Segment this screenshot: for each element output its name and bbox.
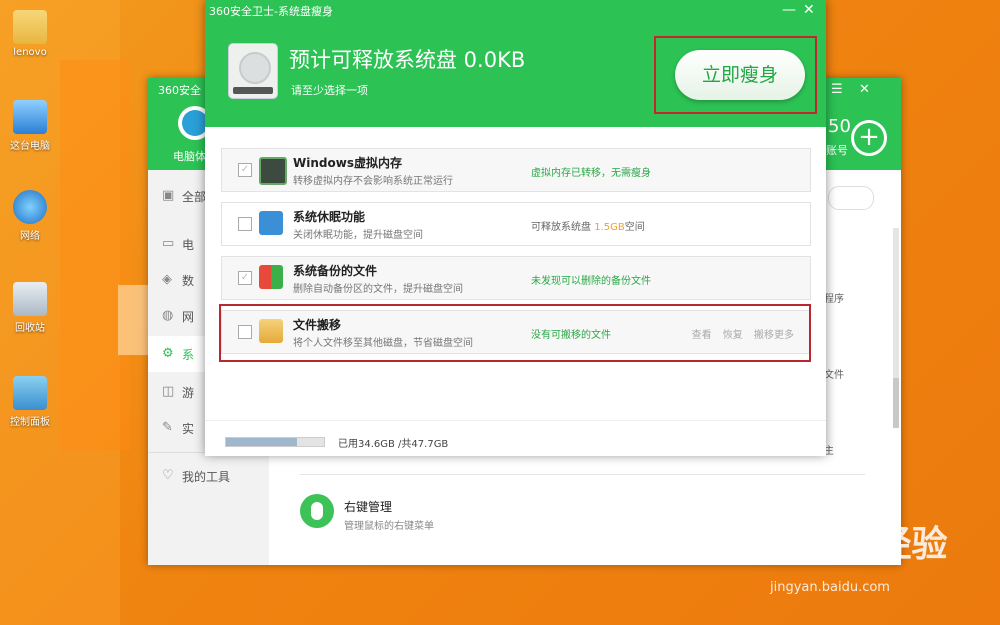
- sidebar-item-my-tools[interactable]: ♡ 我的工具: [148, 458, 269, 494]
- option-desc: 转移虚拟内存不会影响系统正常运行: [293, 176, 453, 187]
- sidebar-item-label: 实: [182, 422, 195, 436]
- globe-icon: ◍: [162, 308, 174, 323]
- minimize-icon[interactable]: —: [782, 2, 796, 18]
- desktop-icon-this-pc[interactable]: 这台电脑: [0, 100, 60, 152]
- desktop-stripe: [118, 285, 148, 355]
- option-title: Windows虚拟内存: [293, 156, 402, 170]
- option-status: 未发现可以删除的备份文件: [531, 276, 651, 287]
- shield-icon: ◈: [162, 272, 172, 287]
- control-panel-icon: [13, 376, 47, 410]
- sidebar-item-label: 数: [182, 274, 195, 288]
- sidebar-item-label: 我的工具: [182, 470, 231, 484]
- baidu-watermark: Baidu经验: [760, 524, 948, 565]
- memory-icon: [259, 157, 287, 185]
- dialog-footer: 已用34.6GB /共47.7GB: [205, 420, 826, 456]
- tools-icon: ✎: [162, 420, 173, 435]
- desktop-icon-label: 网络: [20, 231, 40, 242]
- right-partial-text: 程序: [824, 294, 844, 305]
- desktop-icon-recycle-bin[interactable]: 回收站: [0, 282, 60, 334]
- desktop-icon-label: 回收站: [15, 323, 45, 334]
- option-status: 虚拟内存已转移，无需瘦身: [531, 168, 651, 179]
- disk-slim-dialog: 360安全卫士-系统盘瘦身 — ✕ 预计可释放系统盘 0.0KB 请至少选择一项…: [205, 0, 826, 456]
- release-size: 1.5GB: [594, 222, 625, 233]
- option-status: 可释放系统盘 1.5GB空间: [531, 218, 645, 233]
- status-prefix: 可释放系统盘: [531, 222, 591, 233]
- monitor-icon: ▭: [162, 236, 175, 251]
- desktop-stripe: [60, 60, 130, 450]
- account-label[interactable]: 账号: [826, 142, 848, 158]
- gear-icon: ⚙: [162, 346, 174, 361]
- scrollbar-thumb[interactable]: [893, 378, 899, 428]
- desktop-icon-control-panel[interactable]: 控制面板: [0, 376, 60, 428]
- option-title: 系统备份的文件: [293, 264, 378, 278]
- computer-icon: [13, 100, 47, 134]
- game-icon: ◫: [162, 384, 175, 399]
- scrollbar-track: [893, 228, 899, 428]
- tool-divider: [300, 474, 865, 475]
- heart-icon: ♡: [162, 468, 174, 483]
- sidebar-item-label: 游: [182, 386, 195, 400]
- dialog-header: 360安全卫士-系统盘瘦身 — ✕ 预计可释放系统盘 0.0KB 请至少选择一项…: [205, 0, 826, 127]
- hint-text: 请至少选择一项: [291, 84, 368, 97]
- checkbox[interactable]: ✓: [238, 163, 252, 177]
- hard-disk-icon: [228, 43, 278, 99]
- search-box-partial[interactable]: [828, 186, 874, 210]
- disk-usage-bar: [225, 437, 325, 447]
- dialog-title: 360安全卫士-系统盘瘦身: [209, 5, 333, 18]
- close-icon[interactable]: ✕: [803, 2, 815, 18]
- add-icon[interactable]: +: [851, 120, 887, 156]
- option-row-virtual-memory: ✓ Windows虚拟内存 转移虚拟内存不会影响系统正常运行 虚拟内存已转移，无…: [221, 148, 811, 192]
- desktop-icon-lenovo[interactable]: lenovo: [0, 10, 60, 58]
- score-partial: 50: [828, 116, 851, 137]
- tool-desc: 管理鼠标的右键菜单: [344, 521, 434, 532]
- tab-checkup[interactable]: 电脑体: [173, 148, 206, 164]
- sidebar-item-label: 网: [182, 310, 195, 324]
- right-partial-text: 文件: [824, 370, 844, 381]
- status-suffix: 空间: [624, 222, 645, 233]
- watermark-url: jingyan.baidu.com: [770, 580, 890, 595]
- sidebar-item-label: 电: [182, 238, 195, 252]
- option-row-backup-files: ✓ 系统备份的文件 删除自动备份区的文件，提升磁盘空间 未发现可以删除的备份文件: [221, 256, 811, 300]
- highlight-box: [219, 304, 811, 362]
- desktop-icon-label: 控制面板: [10, 417, 50, 428]
- option-desc: 删除自动备份区的文件，提升磁盘空间: [293, 284, 463, 295]
- disk-usage-text: 已用34.6GB /共47.7GB: [338, 439, 449, 450]
- close-icon[interactable]: ✕: [859, 82, 870, 97]
- backup-icon: [259, 265, 283, 289]
- option-desc: 关闭休眠功能，提升磁盘空间: [293, 230, 423, 241]
- folder-icon: [13, 10, 47, 44]
- slim-now-button[interactable]: 立即瘦身: [675, 50, 805, 100]
- sidebar-item-label: 系: [182, 348, 195, 362]
- mouse-icon[interactable]: [300, 494, 334, 528]
- recycle-bin-icon: [13, 282, 47, 316]
- desktop-icon-label: lenovo: [13, 47, 47, 58]
- tool-title[interactable]: 右键管理: [344, 498, 392, 515]
- hibernate-icon: [259, 211, 283, 235]
- desktop-icon-network[interactable]: 网络: [0, 190, 60, 242]
- gift-icon: ▣: [162, 188, 175, 203]
- option-row-hibernate: 系统休眠功能 关闭休眠功能，提升磁盘空间 可释放系统盘 1.5GB空间: [221, 202, 811, 246]
- option-title: 系统休眠功能: [293, 210, 366, 224]
- network-icon: [13, 190, 47, 224]
- menu-icon[interactable]: ☰: [831, 82, 843, 97]
- sidebar-item-label: 全部: [182, 190, 207, 204]
- checkbox[interactable]: ✓: [238, 271, 252, 285]
- desktop-icon-label: 这台电脑: [10, 141, 50, 152]
- release-estimate: 预计可释放系统盘 0.0KB: [289, 48, 526, 72]
- checkbox[interactable]: [238, 217, 252, 231]
- main-window-title: 360安全: [158, 84, 201, 97]
- disk-usage-fill: [226, 438, 298, 446]
